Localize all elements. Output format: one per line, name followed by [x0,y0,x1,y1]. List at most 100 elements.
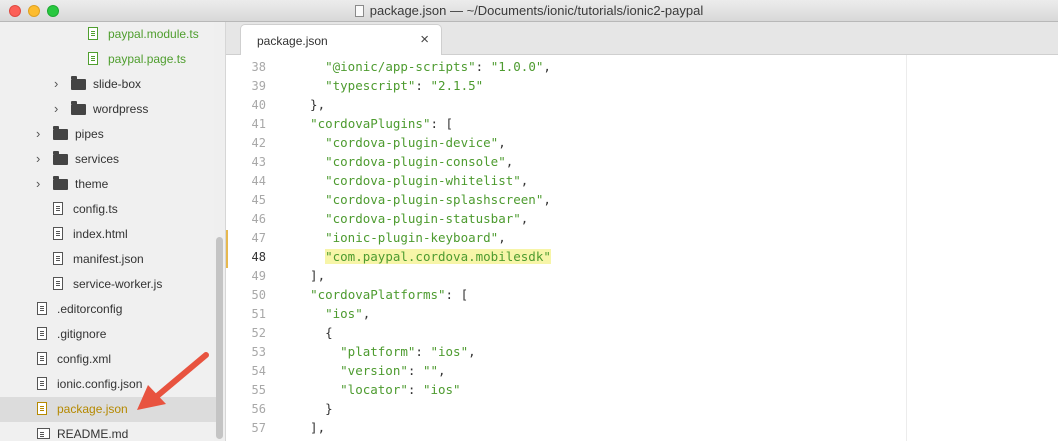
code-line[interactable]: "platform": "ios", [295,344,476,359]
sidebar-item[interactable]: › services [0,147,216,172]
modified-line-marker [226,230,228,249]
chevron-right-icon[interactable]: › [36,127,40,141]
line-number: 43 [251,155,266,169]
line-number: 56 [251,402,266,416]
file-icon [53,202,63,215]
folder-icon [71,76,86,90]
sidebar-item[interactable]: › theme [0,172,216,197]
sidebar-item[interactable]: paypal.module.ts [0,22,216,47]
sidebar-scrollbar-thumb[interactable] [216,237,223,439]
chevron-right-icon[interactable]: › [36,152,40,166]
code-line[interactable]: "cordovaPlatforms": [ [295,287,468,302]
sidebar-item[interactable]: › wordpress [0,97,216,122]
code-line[interactable]: ], [295,420,325,435]
code-line[interactable]: "ios", [295,306,370,321]
folder-icon [71,101,86,115]
code-line[interactable]: { [295,325,333,340]
code-line[interactable]: "cordova-plugin-device", [295,135,506,150]
code-line[interactable]: ], [295,268,325,283]
code-line[interactable]: "cordova-plugin-statusbar", [295,211,528,226]
tab-label: package.json [257,34,328,48]
window-title: package.json — ~/Documents/ionic/tutoria… [369,3,704,18]
line-number: 47 [251,231,266,245]
chevron-right-icon[interactable]: › [54,77,58,91]
sidebar-item-label: pipes [75,127,104,141]
sidebar-item[interactable]: › pipes [0,122,216,147]
editor-tab-bar: package.json × [226,22,1058,55]
sidebar-item-label: paypal.module.ts [108,27,199,41]
line-number: 57 [251,421,266,435]
line-number: 46 [251,212,266,226]
modified-line-marker [226,249,228,268]
sidebar-item-label: service-worker.js [73,277,163,291]
tab-package-json[interactable]: package.json × [240,24,442,55]
file-icon [37,428,50,439]
code-line[interactable]: "typescript": "2.1.5" [295,78,483,93]
code-line[interactable]: "cordova-plugin-whitelist", [295,173,528,188]
code-line[interactable]: "@ionic/app-scripts": "1.0.0", [295,59,551,74]
code-editor[interactable]: 38 "@ionic/app-scripts": "1.0.0", 39 "typ… [226,55,1058,441]
line-number: 55 [251,383,266,397]
folder-icon [53,176,68,190]
chevron-right-icon[interactable]: › [36,177,40,191]
folder-icon [53,126,68,140]
code-line[interactable]: "cordova-plugin-console", [295,154,513,169]
window-title-container: package.json — ~/Documents/ionic/tutoria… [0,3,1058,18]
file-icon [53,277,63,290]
file-icon [37,402,47,415]
line-number: 40 [251,98,266,112]
line-number: 52 [251,326,266,340]
sidebar-item[interactable]: package.json [0,397,216,422]
wrap-guide [906,55,907,441]
sidebar-item-label: .gitignore [57,327,107,341]
line-number: 49 [251,269,266,283]
sidebar-item[interactable]: › slide-box [0,72,216,97]
code-line[interactable]: } [295,401,333,416]
code-line[interactable]: "com.paypal.cordova.mobilesdk" [295,249,551,264]
sidebar-item-label: manifest.json [73,252,144,266]
title-bar: package.json — ~/Documents/ionic/tutoria… [0,0,1058,22]
file-icon [37,377,47,390]
code-line[interactable]: "version": "", [295,363,445,378]
line-number: 54 [251,364,266,378]
sidebar-item-label: paypal.page.ts [108,52,187,66]
sidebar-item-label: package.json [57,402,128,416]
file-icon [37,302,47,315]
sidebar-item[interactable]: README.md [0,422,216,441]
sidebar-item[interactable]: service-worker.js [0,272,216,297]
file-tree-sidebar: paypal.module.ts paypal.page.ts › slide-box… [0,22,226,441]
sidebar-item-label: config.ts [73,202,118,216]
code-line[interactable]: "locator": "ios" [295,382,460,397]
file-icon [37,352,47,365]
folder-icon [53,151,68,165]
sidebar-item-label: services [75,152,120,166]
line-number: 42 [251,136,266,150]
sidebar-item-label: README.md [57,427,129,441]
code-line[interactable]: "cordovaPlugins": [ [295,116,453,131]
sidebar-item-label: wordpress [93,102,149,116]
code-line[interactable]: }, [295,97,325,112]
file-icon [37,327,47,340]
sidebar-item[interactable]: config.xml [0,347,216,372]
sidebar-item-label: theme [75,177,109,191]
code-line[interactable]: "cordova-plugin-splashscreen", [295,192,551,207]
sidebar-item[interactable]: index.html [0,222,216,247]
sidebar-item[interactable]: .gitignore [0,322,216,347]
tab-close-icon[interactable]: × [420,31,429,48]
file-icon [53,227,63,240]
sidebar-item[interactable]: .editorconfig [0,297,216,322]
sidebar-item[interactable]: manifest.json [0,247,216,272]
chevron-right-icon[interactable]: › [54,102,58,116]
sidebar-item-label: config.xml [57,352,112,366]
line-number: 45 [251,193,266,207]
file-icon [88,27,98,40]
sidebar-item[interactable]: ionic.config.json [0,372,216,397]
sidebar-item-label: slide-box [93,77,142,91]
line-number: 50 [251,288,266,302]
sidebar-item[interactable]: config.ts [0,197,216,222]
sidebar-item-label: ionic.config.json [57,377,143,391]
line-number: 38 [251,60,266,74]
code-line[interactable]: "ionic-plugin-keyboard", [295,230,506,245]
sidebar-item[interactable]: paypal.page.ts [0,47,216,72]
line-number: 48 [251,250,266,264]
